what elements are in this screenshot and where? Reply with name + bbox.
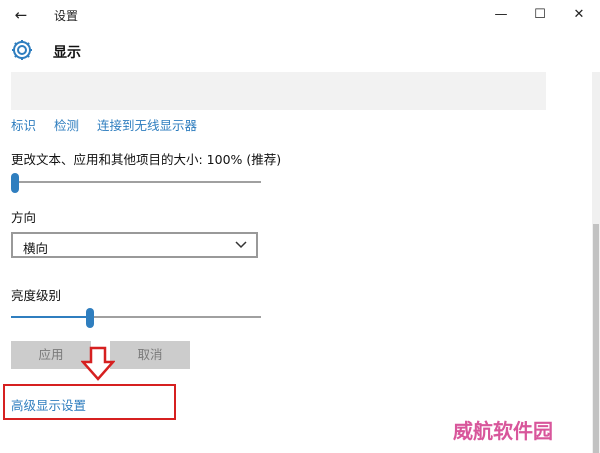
page-title: 显示 [53, 45, 81, 61]
scrollbar-thumb[interactable] [593, 224, 599, 453]
identify-link[interactable]: 标识 [11, 118, 36, 133]
brightness-slider[interactable] [11, 308, 261, 328]
orientation-label: 方向 [11, 210, 37, 225]
chevron-down-icon [235, 241, 247, 249]
detect-link[interactable]: 检测 [54, 118, 79, 133]
apply-button[interactable]: 应用 [11, 341, 91, 369]
scale-slider[interactable] [11, 173, 261, 193]
advanced-display-settings-link[interactable]: 高级显示设置 [11, 395, 86, 414]
orientation-dropdown[interactable]: 横向 [11, 232, 258, 258]
close-icon[interactable]: ✕ [556, 0, 600, 30]
display-preview-area [11, 72, 546, 110]
scrollbar[interactable] [592, 72, 600, 453]
gear-icon [12, 40, 32, 60]
app-title: 设置 [54, 9, 79, 23]
connect-wireless-display-link[interactable]: 连接到无线显示器 [97, 118, 197, 133]
title-bar: ← 设置 — ☐ ✕ [0, 0, 600, 30]
slider-thumb[interactable] [11, 173, 19, 193]
slider-thumb[interactable] [86, 308, 94, 328]
slider-track [11, 181, 261, 183]
watermark-text: 威航软件园 [453, 419, 553, 443]
page-header: 显示 [0, 30, 600, 72]
back-arrow-icon[interactable]: ← [8, 5, 34, 25]
down-arrow-annotation-icon [81, 346, 115, 381]
scale-label: 更改文本、应用和其他项目的大小: 100% (推荐) [11, 152, 282, 167]
orientation-selected-value: 横向 [23, 241, 49, 256]
slider-fill [11, 316, 90, 318]
brightness-label: 亮度级别 [11, 288, 62, 303]
cancel-button[interactable]: 取消 [110, 341, 190, 369]
display-links: 标识 检测 连接到无线显示器 [11, 115, 211, 134]
